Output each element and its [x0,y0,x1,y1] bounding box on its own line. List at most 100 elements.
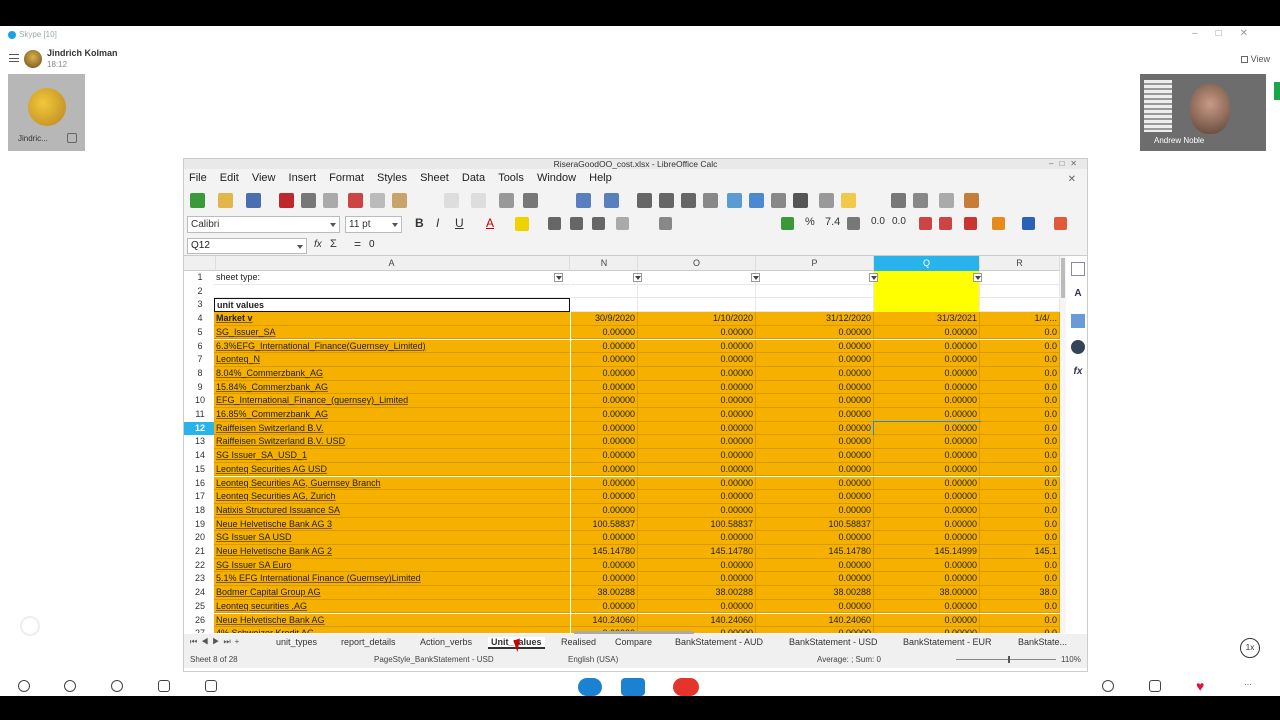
row-header[interactable]: 22 [184,558,216,573]
cell-o[interactable]: 0.00000 [638,435,756,450]
column-header-o[interactable]: O [638,256,756,271]
cell-p[interactable]: 0.00000 [756,599,874,614]
cell-p[interactable]: 0.00000 [756,353,874,367]
cell-q[interactable]: 0.00000 [874,339,980,354]
autofilter-dropdown-icon[interactable] [869,273,878,282]
cell-a[interactable]: Market v [214,312,570,326]
undo-icon[interactable] [471,193,486,208]
autofilter-dropdown-icon[interactable] [554,273,563,282]
row-icon[interactable] [576,193,591,208]
indent-icon[interactable] [919,217,932,230]
freeze-rows-icon[interactable] [939,193,954,208]
cell-p[interactable]: 0.00000 [756,435,874,450]
chart-icon[interactable] [749,193,764,208]
cell-r[interactable]: 0.0 [980,572,1060,587]
page-style[interactable]: PageStyle_BankStatement - USD [374,655,494,664]
cell-o[interactable] [638,271,756,285]
cell-p[interactable]: 0.00000 [756,476,874,491]
navigator-icon[interactable] [1071,340,1085,354]
align-top-icon[interactable] [616,217,629,230]
cell-n[interactable] [571,284,638,299]
column-header-q[interactable]: Q [874,256,980,271]
cell-r[interactable]: 0.0 [980,503,1060,518]
cell-n[interactable]: 0.00000 [571,325,638,340]
row-header[interactable]: 8 [184,366,216,381]
row-header[interactable]: 4 [184,312,216,326]
open-icon[interactable] [218,193,233,208]
row-header[interactable]: 25 [184,599,216,614]
more-options-icon[interactable]: ··· [1242,680,1254,692]
align-right-icon[interactable] [592,217,605,230]
cell-p[interactable]: 145.14780 [756,545,874,559]
gallery-icon[interactable] [1071,314,1085,328]
menu-tools[interactable]: Tools [493,169,529,184]
cell-r[interactable]: 0.0 [980,408,1060,422]
cell-a[interactable]: Raiffeisen Switzerland B.V. [214,421,570,436]
cell-a[interactable]: 16.85%_Commerzbank_AG [214,408,570,422]
cell-n[interactable]: 0.00000 [571,599,638,614]
row-header[interactable]: 21 [184,545,216,559]
cell-a[interactable]: 4% Schweizer Kredit AG [214,627,570,633]
cell-p[interactable]: 0.00000 [756,449,874,463]
cell-a[interactable]: Leonteq_N [214,353,570,367]
copy-icon[interactable] [370,193,385,208]
participant-video[interactable]: Andrew Noble [1140,74,1266,151]
cell-a[interactable]: Neue Helvetische Bank AG 3 [214,517,570,532]
cell-n[interactable]: 100.58837 [571,517,638,532]
sum-icon[interactable]: Σ [330,238,337,250]
cell-n[interactable]: 0.00000 [571,366,638,381]
cell-n[interactable]: 0.00000 [571,490,638,504]
row-header[interactable]: 20 [184,531,216,545]
cell-q[interactable]: 0.00000 [874,408,980,422]
cell-o[interactable]: 0.00000 [638,394,756,408]
row-header[interactable]: 7 [184,353,216,367]
cell-p[interactable]: 0.00000 [756,490,874,504]
clone-formatting-icon[interactable] [444,193,459,208]
cell-a[interactable]: 15.84%_Commerzbank_AG [214,380,570,395]
image-icon[interactable] [727,193,742,208]
cell-r[interactable]: 0.0 [980,380,1060,395]
cell-q[interactable]: 0.00000 [874,627,980,633]
cell-q[interactable]: 0.00000 [873,420,981,437]
spelling-icon[interactable] [523,193,538,208]
mic-icon[interactable] [67,133,77,143]
cell-q[interactable]: 0.00000 [874,325,980,340]
cell-n[interactable]: 0.00000 [571,449,638,463]
column-header-p[interactable]: P [756,256,874,271]
cell-o[interactable]: 0.00000 [638,476,756,491]
cell-r[interactable]: 1/4/... [980,312,1060,326]
special-character-icon[interactable] [793,193,808,208]
row-header[interactable]: 19 [184,517,216,532]
cell-p[interactable]: 0.00000 [756,380,874,395]
cell-n[interactable]: 38.00288 [571,586,638,600]
chat-icon[interactable] [1102,680,1114,692]
cell-a[interactable]: SG_Issuer_SA [214,325,570,340]
cell-o[interactable]: 0.00000 [638,558,756,573]
cell-q[interactable]: 0.00000 [874,462,980,477]
cell-a[interactable]: 5.1% EFG International Finance (Guernsey… [214,572,570,587]
cell-o[interactable]: 145.14780 [638,545,756,559]
cell-p[interactable]: 0.00000 [756,421,874,436]
cell-a[interactable]: Leonteq Securities AG USD [214,462,570,477]
cell-a[interactable]: Neue Helvetische Bank AG 2 [214,545,570,559]
cell-a[interactable]: 8.04%_Commerzbank_AG [214,366,570,381]
cell-n[interactable]: 0.00000 [571,531,638,545]
cell-r[interactable]: 0.0 [980,476,1060,491]
function-wizard-icon[interactable]: fx [314,239,322,250]
view-button[interactable]: View [1240,54,1270,64]
captions-icon[interactable] [205,680,217,692]
cell-p[interactable]: 0.00000 [756,462,874,477]
selection-summary[interactable]: Average: ; Sum: 0 [817,655,881,664]
row-header[interactable]: 11 [184,408,216,422]
cell-r[interactable]: 0.0 [980,490,1060,504]
cell-p[interactable]: 0.00000 [756,558,874,573]
row-header[interactable]: 24 [184,586,216,600]
cell-q[interactable]: 0.00000 [874,476,980,491]
cell-o[interactable]: 0.00000 [638,325,756,340]
bold-button[interactable]: B [415,216,424,230]
tab-report-details[interactable]: report_details [341,637,396,647]
row-header[interactable]: 9 [184,380,216,395]
name-box[interactable]: Q12 [187,238,307,254]
sort-icon[interactable] [637,193,652,208]
borders-icon[interactable] [964,217,977,230]
